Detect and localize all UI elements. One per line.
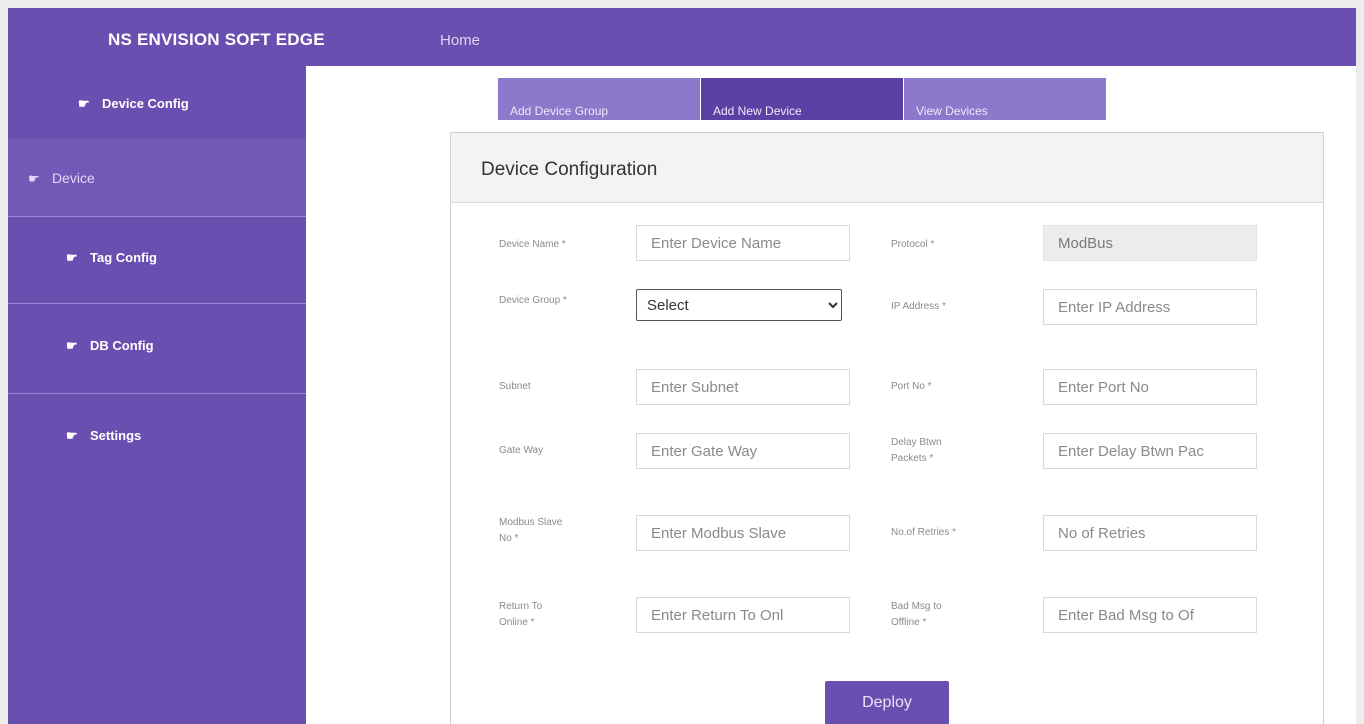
ip-address-input[interactable] <box>1043 289 1257 325</box>
panel-title: Device Configuration <box>451 133 1323 203</box>
ip-address-label: IP Address * <box>891 301 946 312</box>
tab-add-new-device[interactable]: Add New Device <box>701 78 903 120</box>
port-no-label: Port No * <box>891 381 932 392</box>
home-link[interactable]: Home <box>440 32 480 49</box>
subnet-input[interactable] <box>636 369 850 405</box>
delay-btwn-packets-input[interactable] <box>1043 433 1257 469</box>
sidebar-item-tag-config[interactable]: ☛ Tag Config <box>8 250 306 266</box>
sidebar-divider <box>8 393 306 394</box>
device-name-label: Device Name * <box>499 239 566 250</box>
protocol-label: Protocol * <box>891 239 935 250</box>
main-content: Add Device Group Add New Device View Dev… <box>306 66 1356 724</box>
bad-msg-to-offline-label: Bad Msg to Offline * <box>891 601 942 628</box>
tab-view-devices[interactable]: View Devices <box>904 78 1106 120</box>
top-navbar: NS ENVISION SOFT EDGE Home <box>8 8 1356 66</box>
subnet-label: Subnet <box>499 381 531 392</box>
pointing-hand-icon: ☛ <box>28 171 40 186</box>
return-to-online-label: Return To Online * <box>499 601 543 628</box>
return-to-online-input[interactable] <box>636 597 850 633</box>
sidebar-divider <box>8 216 306 217</box>
device-configuration-panel: Device Configuration Device Name * Proto… <box>450 132 1324 724</box>
sidebar-divider <box>8 303 306 304</box>
device-group-select[interactable]: Select <box>636 289 842 321</box>
sidebar-item-label: Tag Config <box>90 250 157 265</box>
sidebar-item-db-config[interactable]: ☛ DB Config <box>8 338 306 354</box>
gate-way-label: Gate Way <box>499 445 544 456</box>
delay-btwn-packets-label: Delay Btwn Packets * <box>891 437 942 464</box>
device-group-label: Device Group * <box>499 295 567 306</box>
pointing-hand-icon: ☛ <box>66 428 78 443</box>
modbus-slave-no-label: Modbus Slave No * <box>499 517 563 544</box>
sidebar: ☛ Device Config ☛ Device ☛ Tag Config ☛ DB C… <box>8 66 306 724</box>
pointing-hand-icon: ☛ <box>66 250 78 265</box>
protocol-field <box>1043 225 1257 261</box>
sidebar-item-device-config[interactable]: ☛ Device Config <box>8 96 306 112</box>
sidebar-item-settings[interactable]: ☛ Settings <box>8 428 306 444</box>
deploy-button[interactable]: Deploy <box>825 681 949 724</box>
gate-way-input[interactable] <box>636 433 850 469</box>
sidebar-item-device[interactable]: ☛ Device <box>8 170 306 187</box>
sidebar-item-label: DB Config <box>90 338 154 353</box>
pointing-hand-icon: ☛ <box>66 338 78 353</box>
bad-msg-to-offline-input[interactable] <box>1043 597 1257 633</box>
sidebar-item-label: Device <box>52 170 95 186</box>
sidebar-item-label: Device Config <box>102 96 189 111</box>
modbus-slave-no-input[interactable] <box>636 515 850 551</box>
no-of-retries-label: No.of Retries * <box>891 527 957 538</box>
port-no-input[interactable] <box>1043 369 1257 405</box>
pointing-hand-icon: ☛ <box>78 96 90 111</box>
sidebar-item-label: Settings <box>90 428 142 443</box>
device-name-input[interactable] <box>636 225 850 261</box>
brand-title: NS ENVISION SOFT EDGE <box>108 30 325 49</box>
no-of-retries-input[interactable] <box>1043 515 1257 551</box>
tab-add-device-group[interactable]: Add Device Group <box>498 78 700 120</box>
